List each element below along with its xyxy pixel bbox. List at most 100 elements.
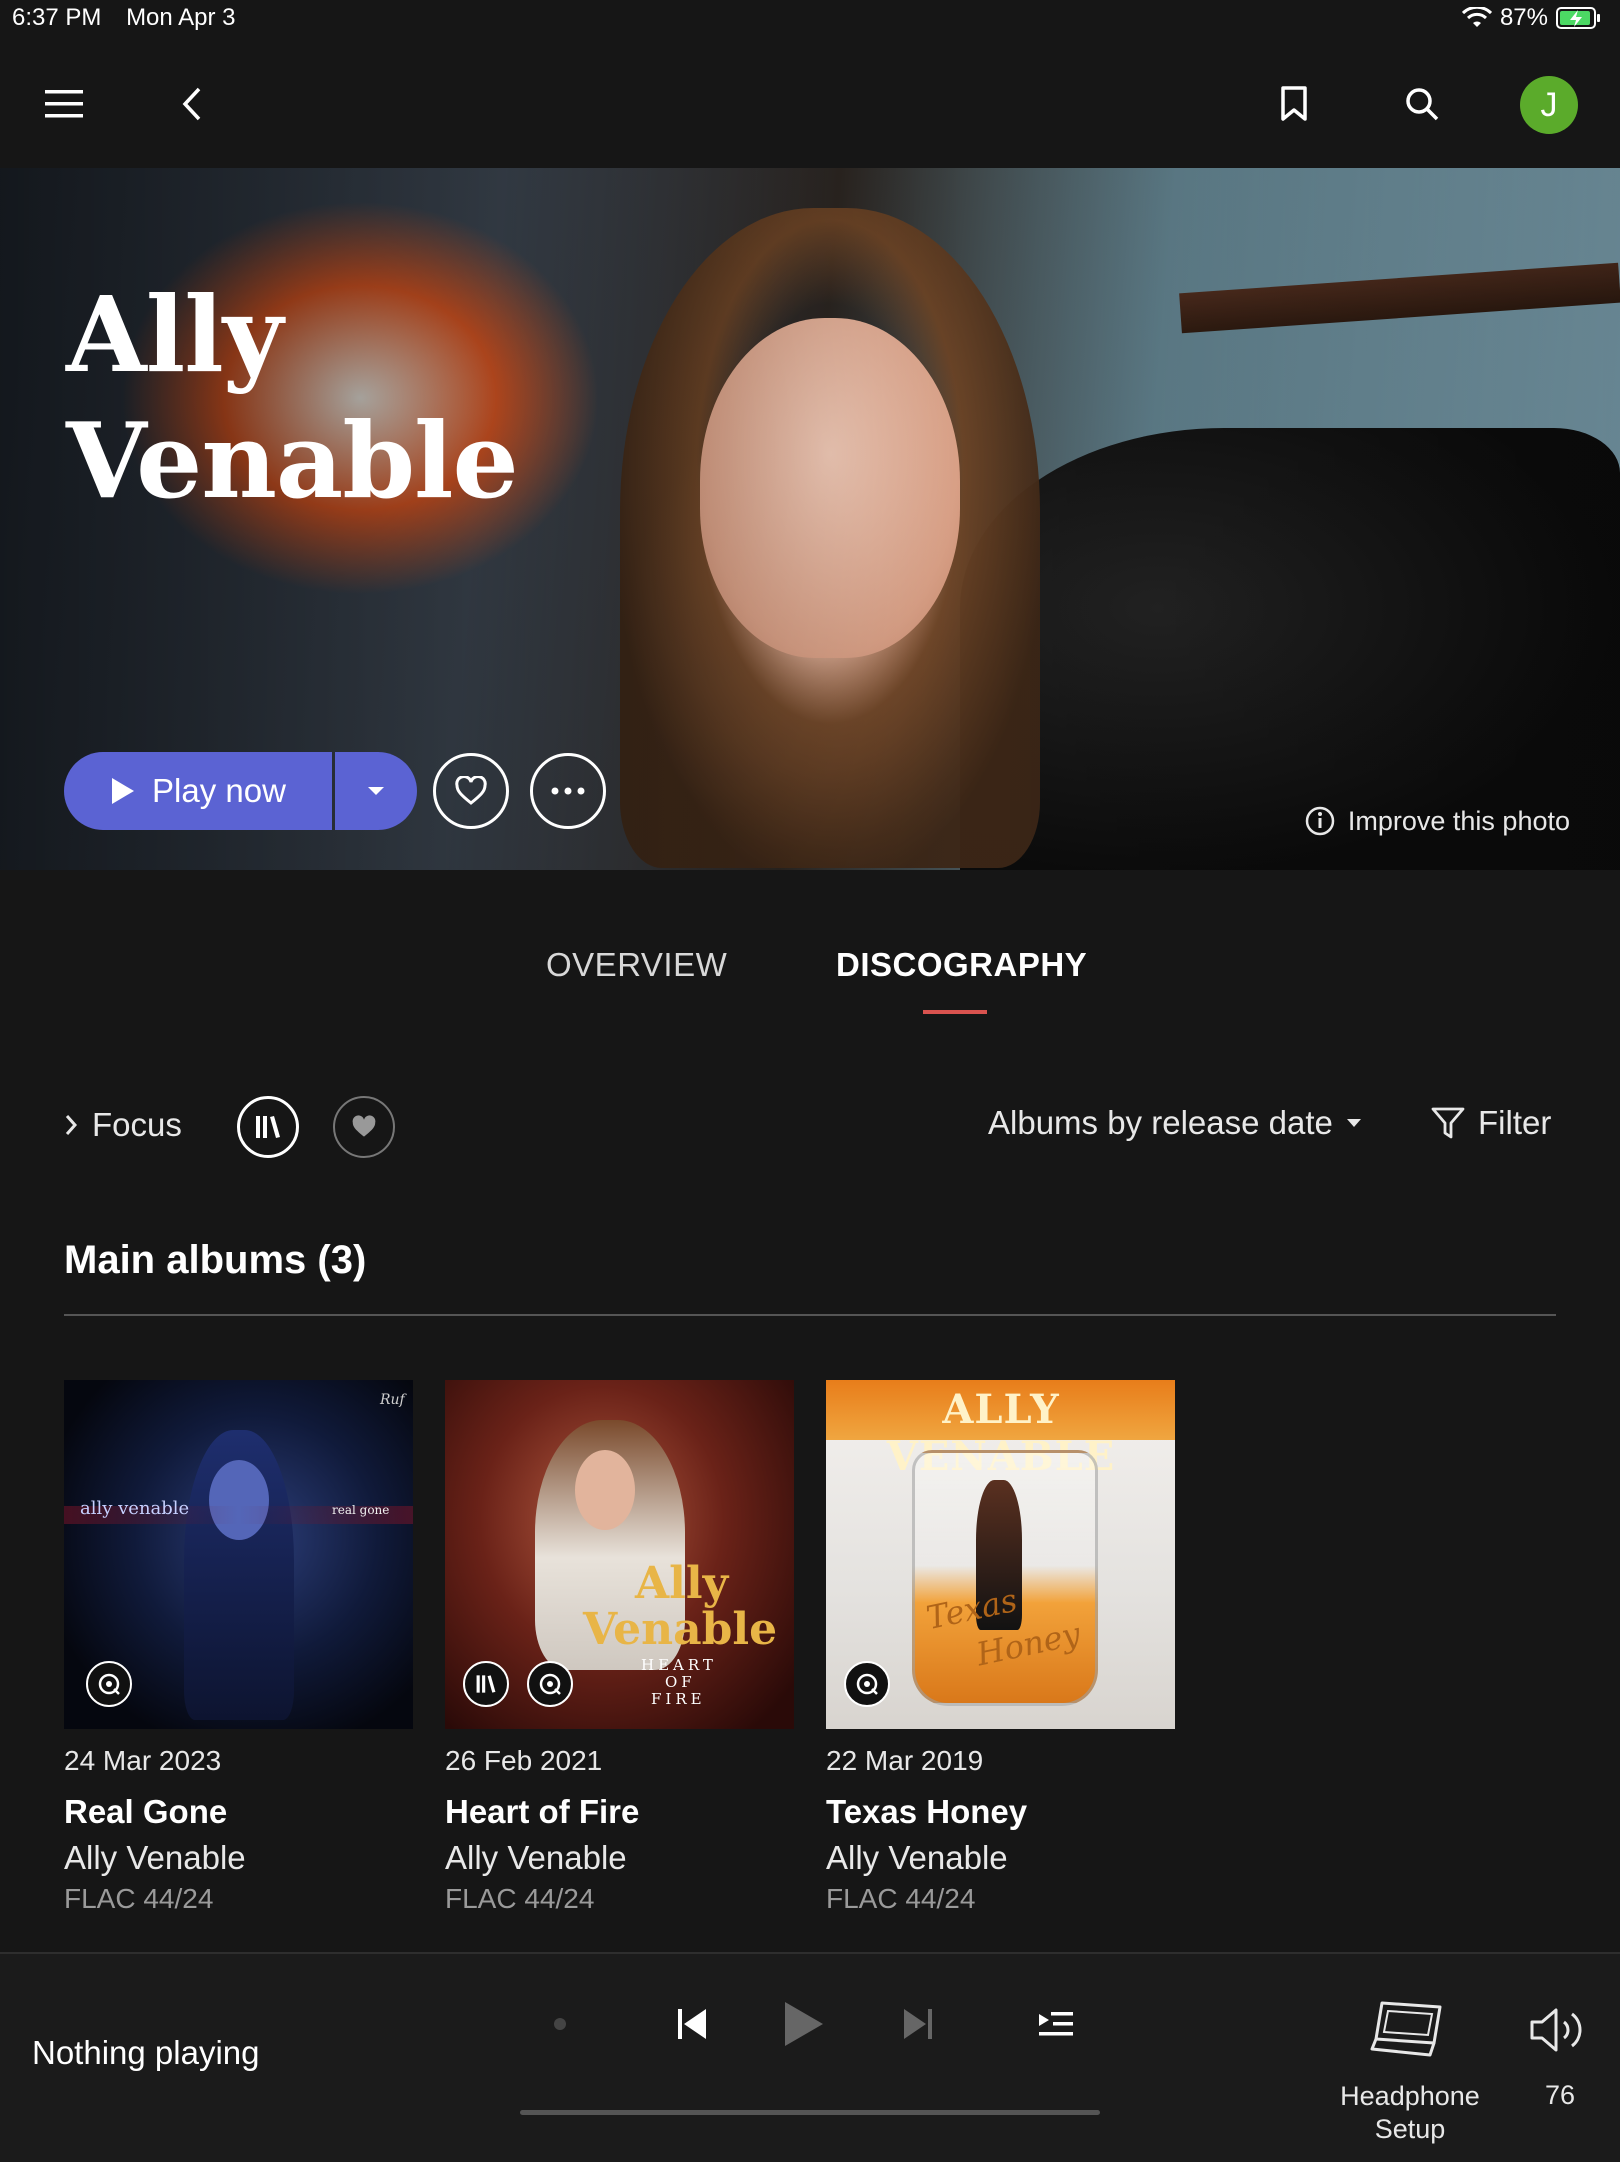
album-release-date: 22 Mar 2019 <box>826 1745 984 1776</box>
focus-label: Focus <box>92 1106 182 1143</box>
shuffle-button[interactable] <box>538 2002 582 2046</box>
artist-name: Ally Venable <box>66 272 519 524</box>
active-tab-indicator <box>923 1010 987 1014</box>
album-format: FLAC 44/24 <box>826 1883 976 1914</box>
album-title[interactable]: Texas Honey <box>826 1793 1175 1831</box>
dot-icon <box>554 2018 566 2030</box>
bookmark-icon <box>1281 86 1307 121</box>
hamburger-menu-icon <box>45 90 83 118</box>
cover-text-line: OF <box>665 1673 696 1691</box>
album-title[interactable]: Real Gone <box>64 1793 413 1831</box>
cover-face <box>209 1460 269 1540</box>
status-date: Mon Apr 3 <box>126 4 236 31</box>
heart-filled-icon <box>352 1115 376 1137</box>
status-time: 6:37 PM <box>12 4 102 31</box>
album-title[interactable]: Heart of Fire <box>445 1793 794 1831</box>
album-artist[interactable]: Ally Venable <box>64 1839 413 1877</box>
playback-progress-bar[interactable] <box>520 2110 1100 2115</box>
in-library-badge[interactable] <box>463 1661 509 1707</box>
status-bar-right: 87% <box>1461 4 1602 32</box>
skip-next-icon <box>904 2009 932 2039</box>
filter-button[interactable]: Filter <box>1430 1104 1551 1142</box>
queue-button[interactable] <box>1032 2002 1080 2046</box>
play-now-label: Play now <box>152 772 286 809</box>
bookmark-button[interactable] <box>1262 72 1326 136</box>
cover-label-logo: Ruf <box>380 1392 405 1408</box>
cover-text-line: Venable <box>583 1604 778 1655</box>
play-options-dropdown[interactable] <box>335 752 417 830</box>
hires-badge[interactable] <box>86 1661 132 1707</box>
album-cover[interactable]: ALLY VENABLE Texas Honey <box>826 1380 1175 1729</box>
album-card[interactable]: ally venable real gone Ruf 24 Mar 2023 R… <box>64 1380 413 1915</box>
queue-icon <box>1039 2012 1073 2036</box>
focus-toggle[interactable]: Focus <box>64 1106 182 1144</box>
device-button[interactable] <box>1360 1994 1456 2064</box>
improve-photo-link[interactable]: Improve this photo <box>1304 805 1570 837</box>
play-icon <box>112 778 135 804</box>
chevron-right-icon <box>65 1115 78 1135</box>
play-now-button[interactable]: Play now <box>64 752 332 830</box>
wifi-icon <box>1461 7 1492 27</box>
next-button[interactable] <box>892 1998 944 2050</box>
play-icon <box>785 2002 823 2046</box>
chevron-left-icon <box>182 87 201 121</box>
search-button[interactable] <box>1390 72 1454 136</box>
battery-percent: 87% <box>1499 4 1548 31</box>
sort-dropdown[interactable]: Albums by release date <box>988 1104 1363 1142</box>
section-title: Main albums (3) <box>64 1238 367 1282</box>
cover-text-line: FIRE <box>651 1690 706 1708</box>
filter-icon <box>1431 1107 1465 1139</box>
status-bar-left: 6:37 PM Mon Apr 3 <box>12 4 253 32</box>
cover-text-artist: ally venable <box>80 1498 190 1519</box>
profile-button[interactable]: J <box>1520 76 1578 134</box>
album-release-date: 24 Mar 2023 <box>64 1745 222 1776</box>
hires-badge[interactable] <box>527 1661 573 1707</box>
search-icon <box>1406 88 1439 121</box>
heart-icon <box>455 776 487 805</box>
device-label[interactable]: Headphone Setup <box>1320 2080 1500 2146</box>
library-icon <box>256 1116 280 1138</box>
hires-icon <box>856 1673 878 1695</box>
volume-button[interactable] <box>1526 2000 1592 2060</box>
album-format: FLAC 44/24 <box>64 1883 214 1914</box>
album-artist[interactable]: Ally Venable <box>445 1839 794 1877</box>
improve-photo-label: Improve this photo <box>1347 805 1570 836</box>
info-icon <box>1305 806 1335 836</box>
album-release-date: 26 Feb 2021 <box>445 1745 603 1776</box>
tab-overview[interactable]: OVERVIEW <box>546 946 727 984</box>
artist-first-name: Ally <box>66 273 283 396</box>
filter-label: Filter <box>1478 1104 1552 1141</box>
caret-down-icon <box>1346 1119 1361 1127</box>
hires-badge[interactable] <box>844 1661 890 1707</box>
artist-last-name: Venable <box>66 399 519 522</box>
album-card[interactable]: ALLY VENABLE Texas Honey 22 Mar 2019 Tex… <box>826 1380 1175 1915</box>
library-icon <box>476 1675 496 1693</box>
hires-icon <box>539 1673 561 1695</box>
headphone-setup-device-icon <box>1370 2001 1442 2057</box>
caret-down-icon <box>368 787 384 795</box>
volume-level: 76 <box>1544 2080 1576 2110</box>
now-playing-status: Nothing playing <box>32 2034 260 2071</box>
cover-text-line: HEART <box>641 1656 717 1674</box>
favorites-filter-button[interactable] <box>333 1096 395 1158</box>
more-horizontal-icon <box>551 787 585 795</box>
album-artist[interactable]: Ally Venable <box>826 1839 1175 1877</box>
back-button[interactable] <box>160 72 224 136</box>
cover-face <box>575 1450 635 1530</box>
album-cover[interactable]: ally venable real gone Ruf <box>64 1380 413 1729</box>
album-card[interactable]: Ally Venable HEART OF FIRE 26 Feb 2021 H… <box>445 1380 794 1915</box>
section-divider <box>64 1314 1556 1316</box>
volume-icon <box>1530 2008 1582 2052</box>
battery-charging-icon <box>1556 7 1600 29</box>
library-filter-button[interactable] <box>237 1096 299 1158</box>
album-cover[interactable]: Ally Venable HEART OF FIRE <box>445 1380 794 1729</box>
more-options-button[interactable] <box>530 753 606 829</box>
previous-button[interactable] <box>666 1998 718 2050</box>
hires-icon <box>98 1673 120 1695</box>
menu-button[interactable] <box>32 72 96 136</box>
tab-discography[interactable]: DISCOGRAPHY <box>836 946 1087 984</box>
sort-label: Albums by release date <box>988 1104 1333 1141</box>
play-button[interactable] <box>774 1994 834 2054</box>
cover-text-title: real gone <box>332 1503 390 1517</box>
favorite-button[interactable] <box>433 753 509 829</box>
